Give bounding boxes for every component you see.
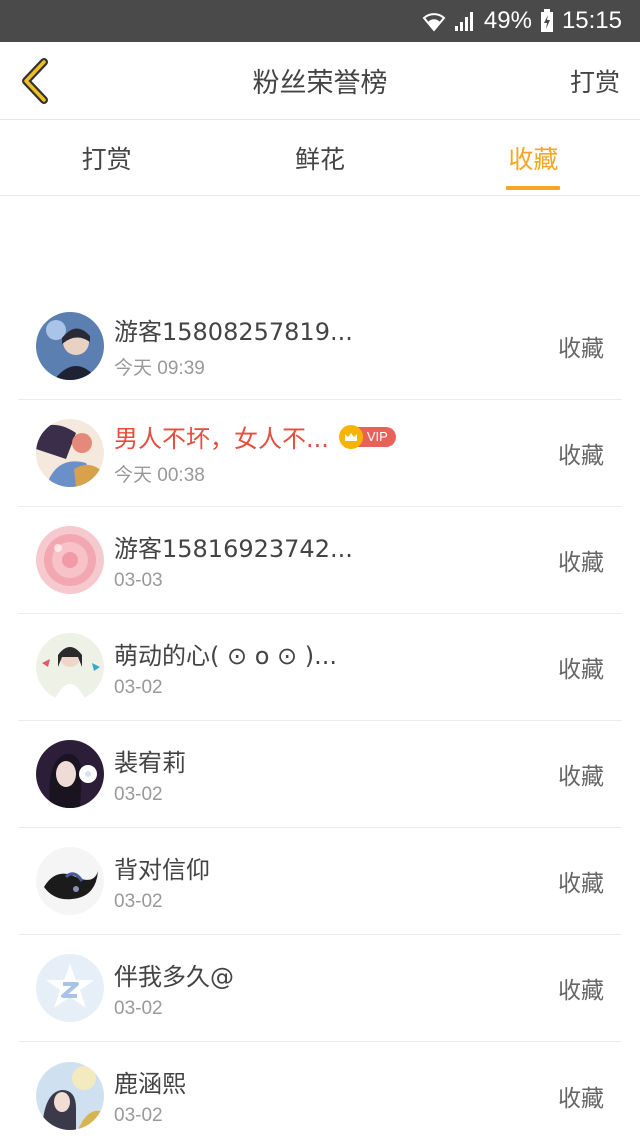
fan-name: 鹿涵熙 (114, 1070, 186, 1098)
list-item[interactable]: 游客15816923742... 03-03 收藏 (18, 507, 622, 614)
list-item[interactable]: 游客15808257819... 今天 09:39 收藏 (18, 293, 622, 400)
signal-icon (454, 12, 473, 31)
fan-action: 收藏 (558, 336, 604, 362)
tab-reward[interactable]: 打赏 (0, 120, 213, 195)
avatar[interactable] (36, 419, 104, 487)
vip-badge: VIP (338, 424, 396, 449)
fan-list: 游客15808257819... 今天 09:39 收藏 男人不坏，女人不... (0, 293, 640, 1138)
list-item[interactable]: 伴我多久@ 03-02 收藏 (18, 935, 622, 1042)
chevron-left-icon (22, 57, 48, 104)
fan-name: 游客15816923742... (114, 534, 353, 563)
avatar[interactable] (36, 740, 104, 808)
avatar[interactable] (36, 1061, 104, 1130)
fan-action: 收藏 (558, 657, 604, 683)
crown-icon (338, 424, 363, 449)
fan-action: 收藏 (558, 978, 604, 1004)
avatar[interactable] (36, 847, 104, 915)
wifi-icon (422, 13, 446, 32)
tab-favorites[interactable]: 收藏 (427, 120, 640, 195)
status-bar: 49% 15:15 (0, 0, 640, 42)
list-item[interactable]: 男人不坏，女人不... VIP 今天 00:38 收藏 (18, 400, 622, 507)
fan-name: 裴宥莉 (114, 748, 186, 777)
avatar[interactable] (36, 954, 104, 1022)
avatar[interactable] (36, 312, 104, 380)
clock: 15:15 (561, 7, 622, 34)
fan-name: 伴我多久@ (114, 962, 234, 991)
battery-percent: 49% (483, 7, 532, 34)
fan-time: 03-02 (114, 997, 163, 1019)
fan-time: 03-03 (114, 569, 163, 591)
fan-action: 收藏 (558, 871, 604, 897)
fan-name: 男人不坏，女人不... (114, 425, 329, 453)
fan-time: 今天 09:39 (114, 358, 205, 379)
fan-time: 03-02 (114, 1105, 163, 1126)
fan-action: 收藏 (558, 443, 604, 469)
fan-action: 收藏 (558, 1085, 604, 1112)
back-button[interactable] (0, 42, 70, 120)
fan-time: 03-02 (114, 676, 163, 698)
fan-action: 收藏 (558, 550, 604, 576)
fan-name: 萌动的心( ⊙ o ⊙ )... (114, 641, 338, 670)
fan-time: 03-02 (114, 783, 163, 805)
fan-name: 背对信仰 (114, 855, 210, 884)
tab-bar: 打赏 鲜花 收藏 (0, 120, 640, 196)
list-item[interactable]: 鹿涵熙 03-02 收藏 (18, 1042, 622, 1138)
fan-name: 游客15808257819... (114, 318, 353, 346)
fan-action: 收藏 (558, 764, 604, 790)
avatar[interactable] (36, 526, 104, 594)
page-title: 粉丝荣誉榜 (252, 68, 388, 99)
fan-time: 03-02 (114, 890, 163, 912)
tab-flowers[interactable]: 鲜花 (213, 120, 426, 195)
reward-button[interactable]: 打赏 (570, 63, 640, 99)
nav-bar: 粉丝荣誉榜 打赏 (0, 42, 640, 120)
fan-time: 今天 00:38 (114, 465, 205, 486)
list-item[interactable]: 裴宥莉 03-02 收藏 (18, 721, 622, 828)
list-item[interactable]: 背对信仰 03-02 收藏 (18, 828, 622, 935)
list-item[interactable]: 萌动的心( ⊙ o ⊙ )... 03-02 收藏 (18, 614, 622, 721)
battery-charging-icon (540, 9, 553, 32)
avatar[interactable] (36, 633, 104, 701)
